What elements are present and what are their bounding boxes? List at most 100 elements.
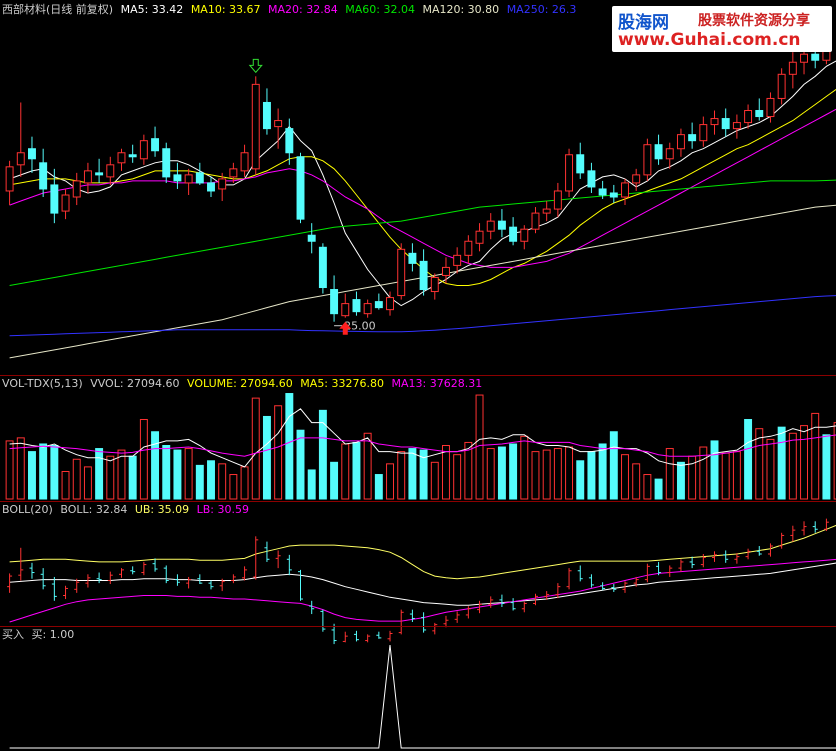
candle-down bbox=[419, 260, 428, 291]
volume-bar-up bbox=[72, 458, 81, 500]
panel-separator-1 bbox=[0, 375, 836, 376]
volume-bar-down bbox=[50, 445, 59, 500]
volume-bar-up bbox=[643, 474, 652, 500]
candle-up bbox=[553, 190, 562, 210]
volume-bar-down bbox=[352, 441, 361, 500]
candle-up bbox=[777, 73, 786, 99]
candle-up bbox=[676, 134, 685, 150]
candle-up bbox=[699, 124, 708, 142]
volume-bar-up bbox=[565, 446, 574, 500]
vol-ma13-label: MA13: 37628.31 bbox=[391, 377, 483, 390]
volume-bar-up bbox=[218, 463, 227, 500]
volume-bar-down bbox=[285, 393, 294, 500]
candle-down bbox=[39, 162, 48, 190]
volume-bar-down bbox=[95, 448, 104, 500]
candle-down bbox=[330, 289, 339, 315]
boll-panel-header: BOLL(20) BOLL: 32.84 UB: 35.09 LB: 30.59 bbox=[2, 503, 253, 517]
candle-up bbox=[229, 168, 238, 178]
volume-bar-up bbox=[788, 432, 797, 500]
candle-down bbox=[50, 184, 59, 214]
candle-up bbox=[218, 178, 227, 190]
candle-down bbox=[195, 172, 204, 184]
volume-label: VOLUME: 27094.60 bbox=[187, 377, 293, 390]
candle-up bbox=[240, 152, 249, 172]
candle-down bbox=[28, 148, 36, 160]
volume-bar-down bbox=[318, 409, 327, 500]
volume-bar-up bbox=[486, 448, 495, 500]
candle-down bbox=[688, 134, 697, 142]
boll-ub-label: UB: 35.09 bbox=[134, 503, 190, 516]
ma60-label: MA60: 32.04 bbox=[345, 3, 415, 16]
candle-down bbox=[811, 53, 820, 61]
candle-down bbox=[509, 226, 518, 242]
volume-bar-up bbox=[363, 432, 372, 500]
volume-bar-up bbox=[274, 405, 283, 500]
sell-signal-down-arrow-icon bbox=[248, 58, 263, 74]
candle-up bbox=[788, 61, 797, 75]
volume-panel-header: VOL-TDX(5,13) VVOL: 27094.60 VOLUME: 270… bbox=[2, 377, 486, 391]
volume-bar-up bbox=[442, 445, 450, 500]
volume-bar-up bbox=[800, 425, 808, 500]
candle-up bbox=[442, 266, 450, 276]
volume-bar-up bbox=[240, 466, 249, 500]
boll-indicator-name: BOLL(20) bbox=[2, 503, 53, 516]
candle-down bbox=[128, 154, 137, 158]
candle-down bbox=[162, 148, 171, 178]
candle-up bbox=[632, 174, 641, 184]
volume-bar-up bbox=[621, 454, 629, 500]
volume-bar-up bbox=[61, 470, 70, 500]
volume-bar-down bbox=[598, 443, 607, 500]
volume-bar-up bbox=[184, 448, 193, 500]
candle-down bbox=[173, 174, 182, 182]
candle-up bbox=[486, 220, 495, 232]
volume-bar-up bbox=[430, 461, 439, 500]
candle-down bbox=[296, 156, 305, 220]
volume-bar-up bbox=[553, 448, 562, 500]
buy-indicator-name: 买入 bbox=[2, 628, 24, 641]
volume-bar-down bbox=[307, 469, 316, 500]
boll-ub-line bbox=[9, 524, 836, 580]
volume-bar-up bbox=[386, 463, 394, 500]
candle-down bbox=[654, 144, 663, 160]
candle-down bbox=[721, 118, 730, 130]
volume-bar-up bbox=[341, 443, 350, 500]
candle-down bbox=[576, 154, 585, 174]
candle-up bbox=[61, 194, 70, 212]
candle-up bbox=[117, 152, 126, 164]
buy-value-label: 买: 1.00 bbox=[31, 628, 75, 641]
volume-bar-down bbox=[162, 445, 171, 500]
volume-bar-down bbox=[587, 451, 596, 500]
candle-down bbox=[352, 299, 361, 313]
volume-bar-up bbox=[5, 440, 14, 500]
vol-ma5-label: MA5: 33276.80 bbox=[300, 377, 384, 390]
volume-bar-up bbox=[520, 435, 529, 500]
candle-down bbox=[262, 101, 271, 130]
candle-down bbox=[598, 188, 607, 196]
volume-bar-down bbox=[128, 455, 137, 500]
watermark-url: www.Guhai.com.cn bbox=[618, 30, 801, 50]
candle-up bbox=[363, 303, 372, 315]
boll-mid-label: BOLL: 32.84 bbox=[60, 503, 128, 516]
candle-up bbox=[139, 140, 148, 160]
volume-bar-down bbox=[609, 431, 618, 500]
volume-bar-down bbox=[296, 429, 305, 500]
candle-up bbox=[453, 254, 462, 266]
candle-up bbox=[274, 120, 283, 128]
volume-bar-down bbox=[710, 440, 719, 500]
volume-bar-down bbox=[330, 461, 339, 500]
vol-indicator-name: VOL-TDX(5,13) bbox=[2, 377, 83, 390]
candle-down bbox=[374, 301, 383, 309]
volume-bar-up bbox=[397, 451, 406, 500]
volume-bar-down bbox=[777, 426, 786, 500]
volume-bar-down bbox=[576, 460, 585, 500]
volume-bar-up bbox=[531, 451, 540, 500]
volume-bar-up bbox=[229, 474, 238, 500]
candle-up bbox=[744, 110, 753, 124]
candle-down bbox=[285, 128, 294, 154]
candle-down bbox=[755, 110, 764, 118]
watermark-slogan: 股票软件资源分享 bbox=[698, 13, 810, 29]
candle-up bbox=[83, 170, 92, 184]
ma10-label: MA10: 33.67 bbox=[190, 3, 261, 16]
volume-bar-down bbox=[173, 449, 182, 500]
candle-up bbox=[184, 174, 193, 184]
